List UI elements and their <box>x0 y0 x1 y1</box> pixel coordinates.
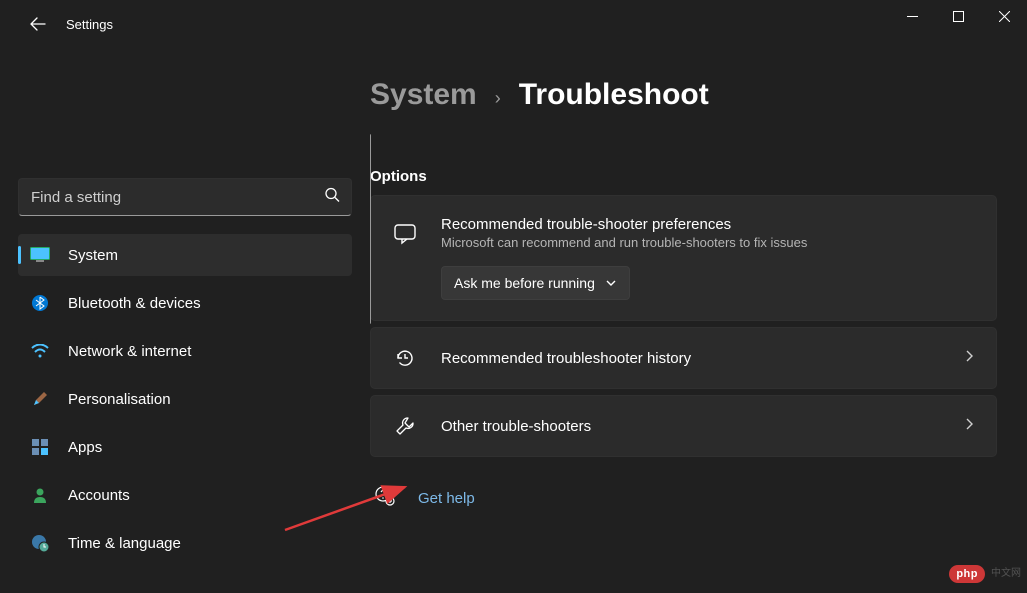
sidebar-item-label: Accounts <box>68 487 130 504</box>
breadcrumb: System › Troubleshoot <box>370 78 997 112</box>
other-troubleshooters-card[interactable]: Other trouble-shooters <box>370 395 997 457</box>
sidebar-item-time-language[interactable]: Time & language <box>18 522 352 564</box>
history-card[interactable]: Recommended troubleshooter history <box>370 327 997 389</box>
dropdown-value: Ask me before running <box>454 275 595 291</box>
paintbrush-icon <box>30 389 50 409</box>
sidebar-item-personalisation[interactable]: Personalisation <box>18 378 352 420</box>
sidebar-item-label: System <box>68 247 118 264</box>
sidebar-item-label: Bluetooth & devices <box>68 295 201 312</box>
sidebar-item-label: Personalisation <box>68 391 171 408</box>
card-title: Other trouble-shooters <box>441 418 962 435</box>
history-icon <box>391 344 419 372</box>
breadcrumb-parent[interactable]: System <box>370 78 477 112</box>
app-title: Settings <box>66 17 113 32</box>
nav-list: System Bluetooth & devices Network & int… <box>18 234 352 564</box>
watermark-cn: 中文网 <box>991 564 1021 579</box>
get-help-link[interactable]: Get help <box>418 490 475 507</box>
back-arrow-icon <box>30 16 46 32</box>
sidebar-item-label: Network & internet <box>68 343 191 360</box>
close-icon <box>999 11 1010 22</box>
person-icon <box>30 485 50 505</box>
titlebar: Settings <box>0 0 1027 48</box>
wrench-icon <box>391 412 419 440</box>
card-subtitle: Microsoft can recommend and run trouble-… <box>441 235 976 250</box>
chevron-right-icon <box>962 417 976 436</box>
apps-icon <box>30 437 50 457</box>
maximize-icon <box>953 11 964 22</box>
window-controls <box>889 0 1027 32</box>
options-heading: Options <box>370 168 997 185</box>
sidebar-item-apps[interactable]: Apps <box>18 426 352 468</box>
card-body: Recommended trouble-shooter preferences … <box>441 216 976 300</box>
chevron-right-icon: › <box>495 88 501 109</box>
watermark-badge: php <box>949 565 985 583</box>
preferences-dropdown[interactable]: Ask me before running <box>441 266 630 300</box>
scrollbar-indicator[interactable] <box>370 134 371 324</box>
search-wrap <box>18 178 352 216</box>
sidebar-item-network[interactable]: Network & internet <box>18 330 352 372</box>
wifi-icon <box>30 341 50 361</box>
sidebar-item-system[interactable]: System <box>18 234 352 276</box>
search-input[interactable] <box>18 178 352 216</box>
message-icon <box>391 220 419 248</box>
globe-clock-icon <box>30 533 50 553</box>
sidebar-item-label: Apps <box>68 439 102 456</box>
bluetooth-icon <box>30 293 50 313</box>
search-icon <box>324 187 340 208</box>
content: System › Troubleshoot Options Recommende… <box>370 48 1027 593</box>
sidebar: System Bluetooth & devices Network & int… <box>0 48 370 593</box>
sidebar-item-accounts[interactable]: Accounts <box>18 474 352 516</box>
sidebar-item-bluetooth[interactable]: Bluetooth & devices <box>18 282 352 324</box>
sidebar-item-label: Time & language <box>68 535 181 552</box>
help-icon <box>374 485 396 512</box>
page-title: Troubleshoot <box>519 78 709 112</box>
card-title: Recommended trouble-shooter preferences <box>441 216 976 233</box>
card-title: Recommended troubleshooter history <box>441 350 962 367</box>
chevron-down-icon <box>605 277 617 289</box>
chevron-right-icon <box>962 349 976 368</box>
minimize-button[interactable] <box>889 0 935 32</box>
maximize-button[interactable] <box>935 0 981 32</box>
close-button[interactable] <box>981 0 1027 32</box>
minimize-icon <box>907 11 918 22</box>
get-help-row[interactable]: Get help <box>370 485 997 512</box>
system-icon <box>30 245 50 265</box>
recommended-preferences-card[interactable]: Recommended trouble-shooter preferences … <box>370 195 997 321</box>
back-button[interactable] <box>18 4 58 44</box>
